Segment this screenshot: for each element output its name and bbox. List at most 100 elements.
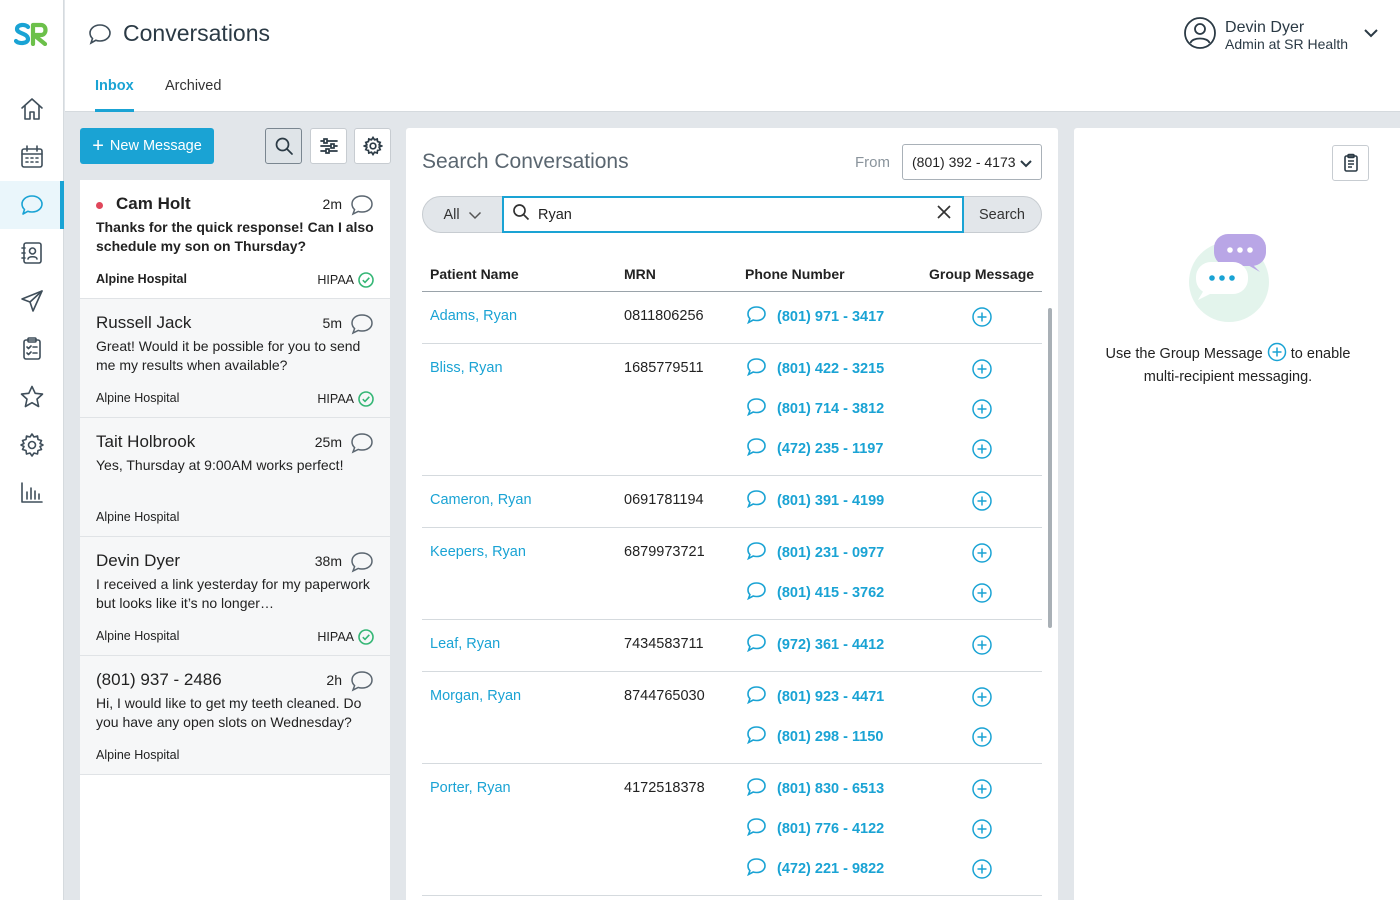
patient-mrn: 0811806256: [624, 308, 704, 324]
from-number-select[interactable]: (801) 392 - 4173: [902, 144, 1042, 180]
group-message-add-button[interactable]: [971, 818, 993, 840]
plus-circle-icon: [971, 307, 993, 332]
plus-circle-icon: [971, 687, 993, 712]
group-message-add-button[interactable]: [971, 686, 993, 708]
tab-inbox[interactable]: Inbox: [95, 78, 134, 112]
nav-reports-icon[interactable]: [0, 469, 64, 517]
conversation-preview: Thanks for the quick response! Can I als…: [96, 219, 374, 254]
chevron-down-icon[interactable]: [1356, 24, 1380, 47]
chat-bubble-icon: [350, 313, 374, 340]
tab-archived[interactable]: Archived: [165, 78, 221, 112]
result-row: Cameron, Ryan 0691781194 (801) 391 - 4199: [422, 476, 1042, 528]
phone-number-link[interactable]: (801) 298 - 1150: [746, 726, 883, 747]
group-message-add-button[interactable]: [971, 726, 993, 748]
check-circle-icon: [358, 391, 374, 407]
group-message-add-button[interactable]: [971, 398, 993, 420]
phone-number-link[interactable]: (801) 714 - 3812: [746, 398, 884, 419]
conversation-item[interactable]: Russell Jack 5m Great! Would it be possi…: [80, 299, 390, 418]
nav-send-icon[interactable]: [0, 277, 64, 325]
search-toggle-button[interactable]: [265, 128, 302, 164]
patient-name-link[interactable]: Cameron, Ryan: [430, 492, 532, 508]
phone-number-link[interactable]: (801) 923 - 4471: [746, 685, 884, 709]
conversation-item[interactable]: Tait Holbrook 25m Yes, Thursday at 9:00A…: [80, 418, 390, 537]
patient-name-link[interactable]: Leaf, Ryan: [430, 636, 500, 652]
phone-number-link[interactable]: (801) 830 - 6513: [746, 778, 885, 799]
phone-number: (801) 830 - 6513: [777, 781, 885, 797]
phone-number-link[interactable]: (801) 971 - 3417: [746, 305, 885, 329]
conversation-org: Alpine Hospital: [96, 272, 187, 286]
result-row: Leaf, Ryan 7434583711 (972) 361 - 4412: [422, 620, 1042, 672]
group-message-add-button[interactable]: [971, 358, 993, 380]
phone-number-link[interactable]: (801) 231 - 0977: [746, 542, 884, 563]
nav-star-icon[interactable]: [0, 373, 64, 421]
filter-dropdown[interactable]: All: [423, 197, 502, 232]
phone-number-link[interactable]: (801) 776 - 4122: [746, 818, 884, 839]
chat-bubble-icon: [746, 305, 767, 329]
patient-name-link[interactable]: Morgan, Ryan: [430, 688, 521, 704]
group-message-add-button[interactable]: [971, 634, 993, 656]
nav-clipboard-icon[interactable]: [0, 325, 64, 373]
plus-circle-icon: [971, 543, 993, 568]
conversation-item[interactable]: Cam Holt 2m Thanks for the quick respons…: [80, 180, 390, 299]
plus-icon: +: [92, 135, 104, 157]
search-icon: [275, 137, 293, 155]
hipaa-label: HIPAA: [317, 392, 354, 406]
group-message-add-button[interactable]: [971, 858, 993, 880]
group-message-add-button[interactable]: [971, 438, 993, 460]
group-message-add-button[interactable]: [971, 582, 993, 604]
plus-circle-icon: [971, 635, 993, 660]
phone-number-link[interactable]: (472) 221 - 9822: [746, 858, 885, 879]
clipboard-button[interactable]: [1332, 145, 1369, 181]
group-message-add-button[interactable]: [971, 542, 993, 564]
group-message-hint: Use the Group Message to enable multi-re…: [1102, 342, 1354, 389]
phone-number-link[interactable]: (801) 422 - 3215: [746, 358, 884, 379]
phone-number: (472) 221 - 9822: [777, 861, 885, 877]
nav-contacts-icon[interactable]: [0, 229, 64, 277]
user-menu[interactable]: Devin Dyer Admin at SR Health: [1183, 16, 1380, 55]
search-icon: [504, 203, 530, 226]
plus-circle-icon: [971, 583, 993, 608]
group-message-add-button[interactable]: [971, 306, 993, 328]
new-message-button[interactable]: + New Message: [80, 128, 214, 164]
nav-settings-icon[interactable]: [0, 421, 64, 469]
phone-number-link[interactable]: (472) 235 - 1197: [746, 438, 883, 459]
nav-calendar-icon[interactable]: [0, 133, 64, 181]
conversation-org: Alpine Hospital: [96, 629, 180, 643]
phone-number-link[interactable]: (801) 391 - 4199: [746, 490, 884, 511]
patient-name-link[interactable]: Porter, Ryan: [430, 780, 511, 796]
phone-number: (972) 361 - 4412: [777, 637, 885, 653]
search-button[interactable]: Search: [963, 197, 1041, 232]
user-avatar-icon: [1183, 16, 1217, 55]
chat-bubble-icon: [746, 581, 767, 605]
group-message-add-button[interactable]: [971, 778, 993, 800]
settings-button[interactable]: [354, 128, 391, 164]
group-message-add-button[interactable]: [971, 490, 993, 512]
chevron-down-icon: [1020, 160, 1032, 168]
chat-bubble-icon: [350, 670, 374, 697]
nav-conversations-icon[interactable]: [0, 181, 64, 229]
search-input[interactable]: [538, 206, 918, 223]
patient-name-link[interactable]: Adams, Ryan: [430, 308, 517, 324]
group-message-panel: Use the Group Message to enable multi-re…: [1074, 128, 1400, 900]
phone-number-link[interactable]: (972) 361 - 4412: [746, 634, 885, 655]
chat-bubbles-illustration-icon: [1184, 232, 1274, 322]
plus-circle-icon: [971, 819, 993, 844]
nav-rail: [0, 0, 64, 900]
chat-bubble-icon: [746, 685, 767, 709]
patient-name-link[interactable]: Keepers, Ryan: [430, 544, 526, 560]
filter-button[interactable]: [310, 128, 347, 164]
conversation-item[interactable]: Devin Dyer 38m I received a link yesterd…: [80, 537, 390, 656]
conversation-item[interactable]: (801) 937 - 2486 2h Hi, I would like to …: [80, 656, 390, 775]
search-bar: All Search: [422, 196, 1042, 233]
hipaa-label: HIPAA: [317, 273, 354, 287]
patient-name-link[interactable]: Bliss, Ryan: [430, 360, 503, 376]
phone-number-link[interactable]: (801) 415 - 3762: [746, 581, 884, 605]
conversation-org: Alpine Hospital: [96, 391, 180, 405]
phone-number: (801) 971 - 3417: [777, 309, 885, 325]
conversation-preview: Great! Would it be possible for you to s…: [96, 338, 361, 373]
nav-home-icon[interactable]: [0, 85, 64, 133]
results-scrollbar[interactable]: [1048, 308, 1052, 628]
result-row: Porter, Ryan 4172518378 (801) 830 - 6513 (8…: [422, 764, 1042, 896]
clipboard-icon: [1343, 153, 1358, 172]
close-icon[interactable]: [918, 204, 952, 225]
